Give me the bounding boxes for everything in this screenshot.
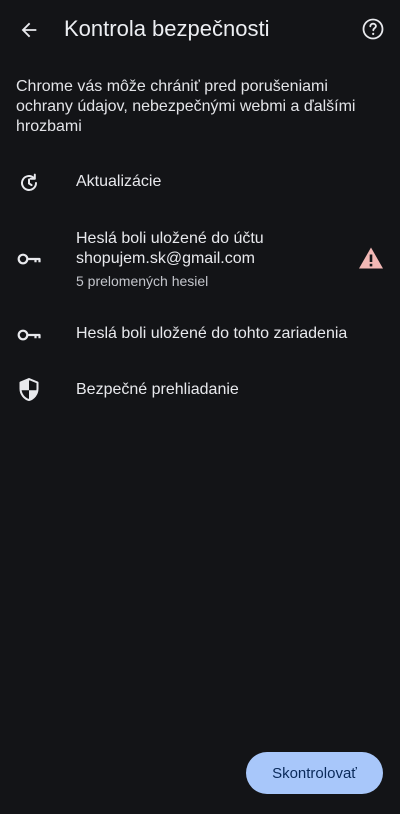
arrow-back-icon [21, 22, 37, 38]
compromised-passwords-count: 5 prelomených hesiel [76, 273, 209, 289]
page-title: Kontrola bezpečnosti [64, 16, 270, 41]
key-icon [17, 329, 41, 341]
warning-triangle-icon [359, 247, 383, 269]
safe-browsing-label: Bezpečné prehliadanie [76, 381, 239, 398]
update-history-icon [21, 173, 37, 191]
key-icon [17, 253, 41, 265]
icon-wrap [16, 377, 42, 403]
icon-wrap [16, 322, 42, 348]
updates-item[interactable]: Aktualizácie [0, 166, 400, 200]
safe-browsing-text: Bezpečné prehliadanie [76, 380, 360, 400]
updates-label: Aktualizácie [76, 173, 162, 190]
help-circle-icon [362, 18, 384, 40]
icon-wrap [16, 246, 42, 272]
device-passwords-item[interactable]: Heslá boli uložené do tohto zariadenia [0, 318, 400, 352]
device-passwords-label: Heslá boli uložené do tohto zariadenia [76, 325, 348, 342]
help-button[interactable] [360, 16, 386, 42]
check-now-button[interactable]: Skontrolovať [246, 752, 383, 794]
device-passwords-text: Heslá boli uložené do tohto zariadenia [76, 324, 380, 344]
safe-browsing-item[interactable]: Bezpečné prehliadanie [0, 374, 400, 408]
shield-icon [19, 378, 39, 401]
updates-text: Aktualizácie [76, 172, 360, 192]
safety-check-description: Chrome vás môže chrániť pred porušeniami… [16, 78, 356, 135]
back-button[interactable] [14, 15, 44, 45]
account-passwords-item[interactable]: Heslá boli uložené do účtu shopujem.sk@g… [0, 226, 400, 294]
icon-wrap [16, 170, 42, 196]
account-passwords-label: Heslá boli uložené do účtu shopujem.sk@g… [76, 230, 264, 267]
account-passwords-text: Heslá boli uložené do účtu shopujem.sk@g… [76, 229, 340, 291]
app-bar: Kontrola bezpečnosti [0, 0, 400, 58]
